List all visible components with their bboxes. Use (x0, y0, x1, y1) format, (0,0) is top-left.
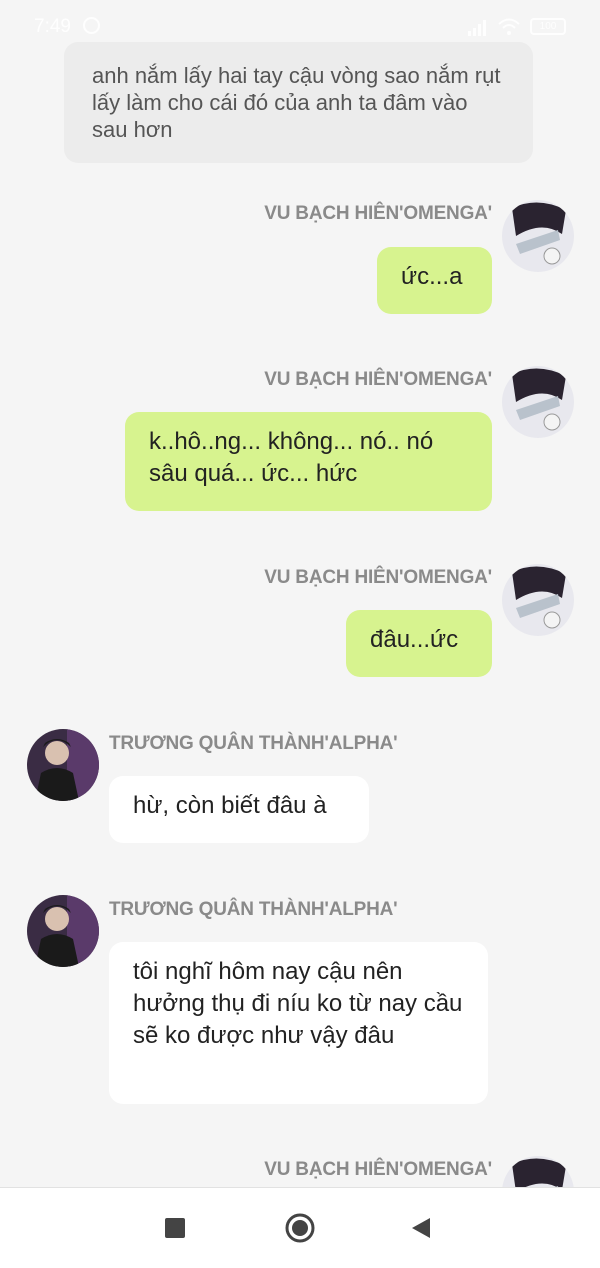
message-text: đâu...ức (370, 626, 459, 653)
message-bubble-other[interactable]: tôi nghĩ hôm nay cậu nên hưởng thụ đi ní… (109, 942, 488, 1104)
signal-icon (468, 20, 486, 36)
notification-icon (83, 17, 100, 34)
avatar[interactable] (27, 895, 99, 967)
message-bubble-other[interactable]: hừ, còn biết đâu à (109, 776, 369, 843)
message-bubble-me[interactable]: đâu...ức (346, 610, 492, 677)
message-bubble-me[interactable]: ức...a (377, 247, 492, 314)
navigation-bar (0, 1187, 600, 1268)
back-triangle-icon[interactable] (410, 1216, 432, 1240)
message-text: hừ, còn biết đâu à (133, 792, 327, 819)
battery-icon: 100 (530, 18, 566, 35)
message-text: tôi nghĩ hôm nay cậu nên hưởng thụ đi ní… (133, 958, 463, 1049)
avatar[interactable] (502, 564, 574, 636)
avatar-omega-icon (502, 366, 574, 438)
narration-text: anh nắm lấy hai tay cậu vòng sao nắm rụt… (92, 63, 501, 142)
sender-name: VU BẠCH HIÊN'OMENGA' (264, 1159, 492, 1180)
message-bubble-me[interactable]: k..hô..ng... không... nó.. nó sâu quá...… (125, 412, 492, 511)
status-time: 7:49 (34, 16, 71, 37)
avatar[interactable] (502, 366, 574, 438)
avatar-omega-icon (502, 564, 574, 636)
avatar-alpha-icon (27, 729, 99, 801)
message-text: k..hô..ng... không... nó.. nó sâu quá...… (149, 428, 434, 487)
wifi-icon (498, 18, 520, 35)
message-text: ức...a (401, 263, 463, 290)
sender-name: TRƯƠNG QUÂN THÀNH'ALPHA' (109, 899, 398, 920)
avatar-omega-icon (502, 200, 574, 272)
narration-bubble: anh nắm lấy hai tay cậu vòng sao nắm rụt… (64, 42, 533, 163)
sender-name: VU BẠCH HIÊN'OMENGA' (264, 369, 492, 390)
sender-name: TRƯƠNG QUÂN THÀNH'ALPHA' (109, 733, 398, 754)
avatar-alpha-icon (27, 895, 99, 967)
square-icon[interactable] (164, 1217, 186, 1239)
sender-name: VU BẠCH HIÊN'OMENGA' (264, 203, 492, 224)
avatar[interactable] (27, 729, 99, 801)
sender-name: VU BẠCH HIÊN'OMENGA' (264, 567, 492, 588)
avatar[interactable] (502, 200, 574, 272)
home-circle-icon[interactable] (284, 1212, 316, 1244)
